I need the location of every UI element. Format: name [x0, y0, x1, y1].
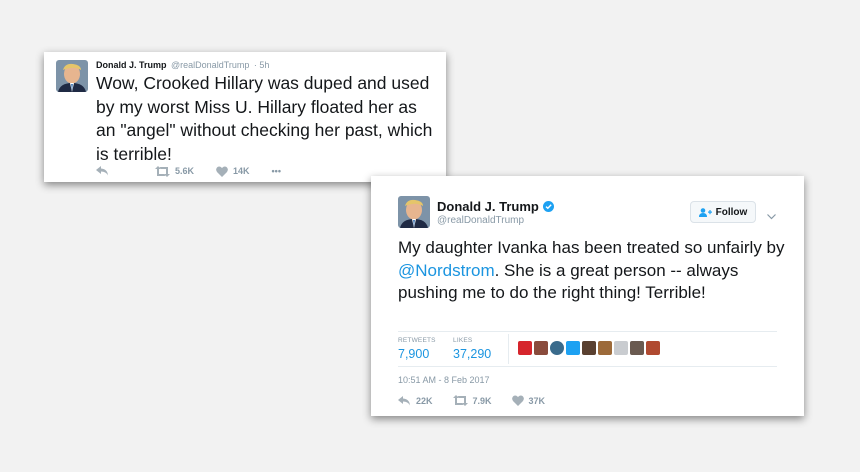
mention-link[interactable]: @Nordstrom: [398, 261, 495, 280]
liker-avatars: [518, 341, 662, 355]
author-name-row[interactable]: Donald J. Trump: [437, 199, 554, 214]
like-button[interactable]: 14K: [216, 165, 250, 177]
liker-avatar[interactable]: [598, 341, 612, 355]
author-handle[interactable]: @realDonaldTrump: [437, 215, 524, 226]
retweets-value: 7,900: [398, 347, 430, 361]
divider: [398, 366, 777, 367]
chevron-down-icon[interactable]: [767, 207, 776, 225]
avatar[interactable]: [56, 60, 88, 92]
retweet-icon: [452, 395, 468, 406]
likes-label: LIKES: [453, 337, 473, 344]
liker-avatar[interactable]: [614, 341, 628, 355]
heart-icon: [216, 165, 228, 177]
likes-stat[interactable]: LIKES 37,290: [453, 337, 491, 361]
divider: [508, 334, 509, 364]
retweet-button[interactable]: 5.6K: [155, 165, 195, 177]
retweets-label: RETWEETS: [398, 337, 436, 344]
author-name: Donald J. Trump: [437, 199, 539, 214]
liker-avatar[interactable]: [566, 341, 580, 355]
tweet-text: Wow, Crooked Hillary was duped and used …: [96, 73, 433, 164]
author-name[interactable]: Donald J. Trump: [96, 60, 167, 70]
tweet-actions: 22K 7.9K 37K: [398, 395, 565, 406]
heart-icon: [511, 395, 524, 406]
avatar[interactable]: [398, 196, 430, 228]
liker-avatar[interactable]: [550, 341, 564, 355]
reply-button[interactable]: [96, 166, 109, 176]
retweet-button[interactable]: 7.9K: [452, 395, 492, 406]
tweet-card-compact: Donald J. Trump @realDonaldTrump · 5h Wo…: [44, 52, 446, 182]
likes-value: 37,290: [453, 347, 492, 361]
reply-button[interactable]: 22K: [398, 395, 433, 406]
author-handle[interactable]: @realDonaldTrump: [171, 60, 249, 70]
retweet-count: 5.6K: [175, 166, 195, 176]
divider: [398, 331, 777, 332]
reply-count: 22K: [416, 395, 433, 406]
liker-avatar[interactable]: [582, 341, 596, 355]
follow-label: Follow: [715, 206, 748, 218]
add-user-icon: [698, 207, 712, 217]
liker-avatar[interactable]: [518, 341, 532, 355]
retweet-icon: [155, 165, 170, 177]
like-button[interactable]: 37K: [511, 395, 546, 406]
tweet-header: Donald J. Trump @realDonaldTrump · 5h: [96, 60, 269, 70]
follow-button[interactable]: Follow: [690, 201, 756, 223]
liker-avatar[interactable]: [646, 341, 660, 355]
reply-icon: [96, 166, 108, 176]
liker-avatar[interactable]: [534, 341, 548, 355]
tweet-actions: 5.6K 14K •••: [96, 164, 303, 178]
retweets-stat[interactable]: RETWEETS 7,900: [398, 337, 436, 361]
more-button[interactable]: •••: [272, 166, 281, 176]
like-count: 14K: [233, 166, 250, 176]
retweet-count: 7.9K: [472, 395, 492, 406]
tweet-timestamp[interactable]: 10:51 AM - 8 Feb 2017: [398, 375, 490, 385]
liker-avatar[interactable]: [630, 341, 644, 355]
reply-icon: [398, 395, 410, 405]
tweet-text-part: My daughter Ivanka has been treated so u…: [398, 238, 785, 257]
like-count: 37K: [528, 395, 546, 406]
verified-badge-icon: [542, 201, 554, 212]
tweet-text: My daughter Ivanka has been treated so u…: [398, 237, 788, 305]
tweet-time[interactable]: · 5h: [254, 60, 270, 70]
tweet-card-expanded: Donald J. Trump @realDonaldTrump Follow …: [371, 176, 804, 416]
